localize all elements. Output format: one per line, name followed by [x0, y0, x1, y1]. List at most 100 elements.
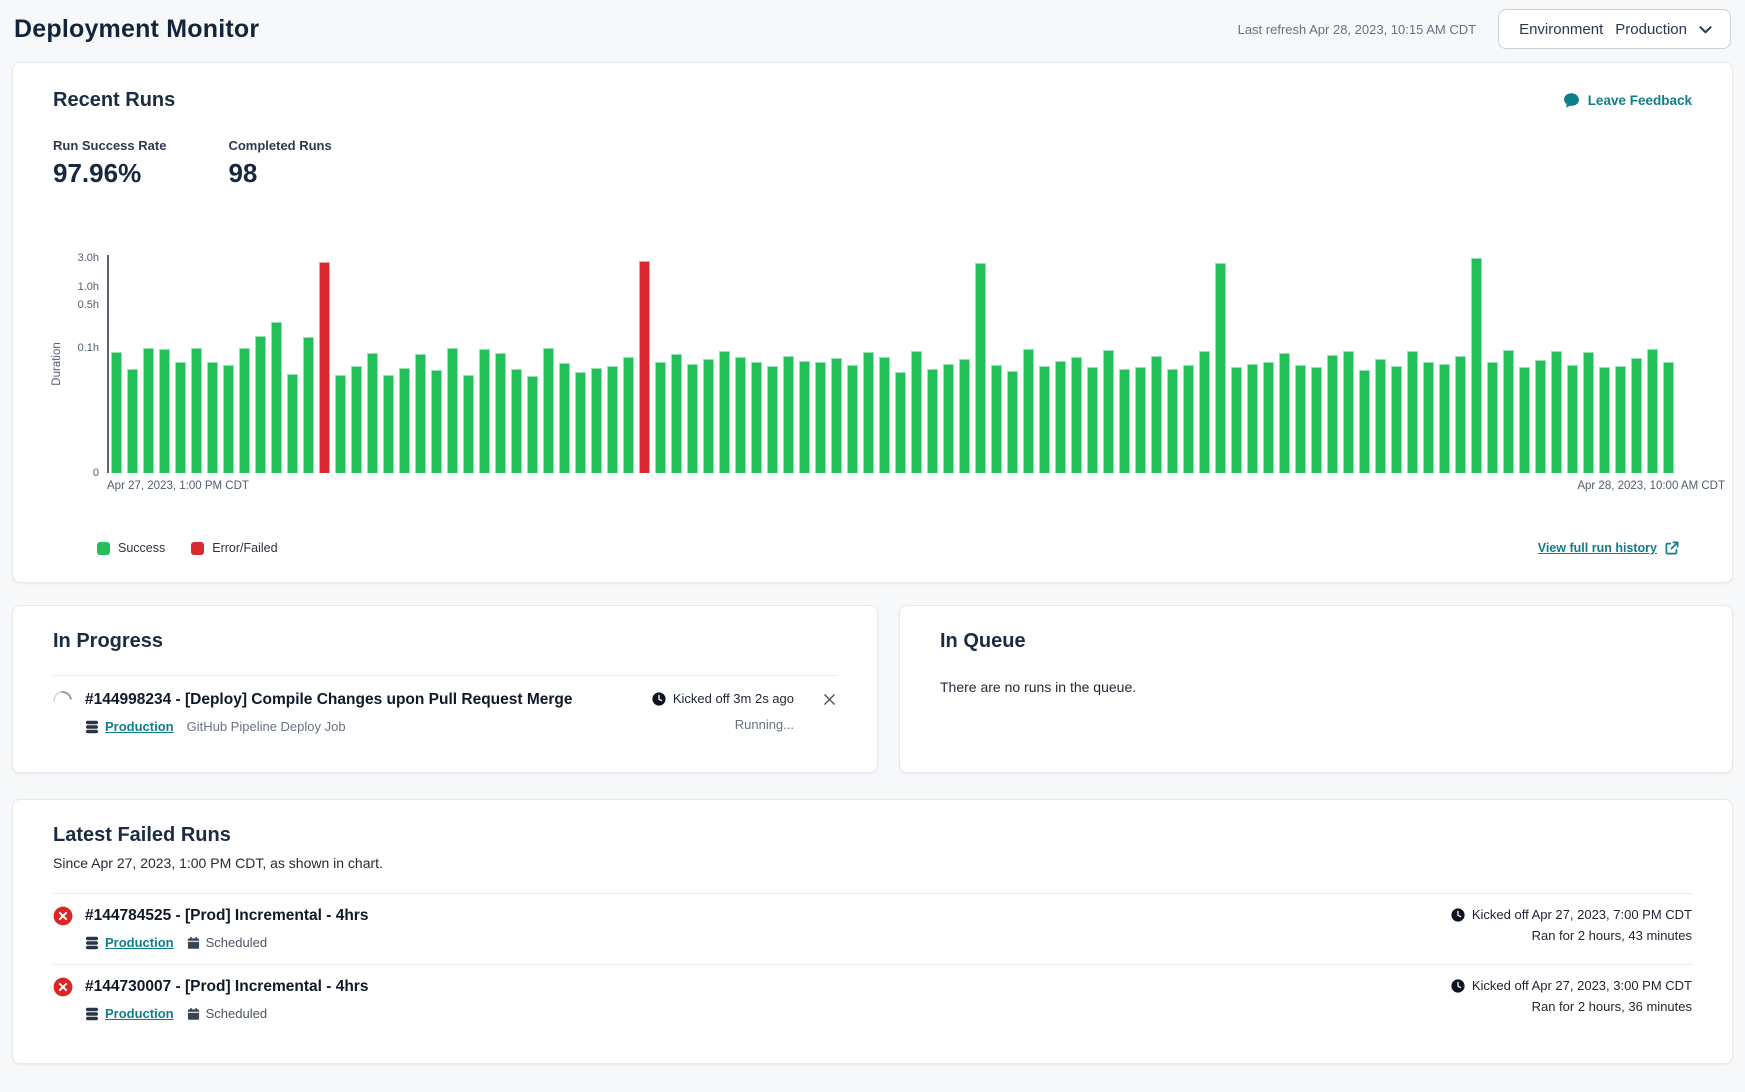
environment-tag[interactable]: Production — [85, 1006, 174, 1021]
run-bar-success[interactable] — [1071, 357, 1082, 473]
run-bar-success[interactable] — [1215, 263, 1226, 473]
run-bar-success[interactable] — [1103, 350, 1114, 473]
run-bar-success[interactable] — [911, 351, 922, 473]
cancel-run-button[interactable] — [822, 692, 837, 707]
run-bar-success[interactable] — [1039, 366, 1050, 473]
run-bar-success[interactable] — [879, 357, 890, 473]
run-bar-success[interactable] — [239, 348, 250, 473]
run-bar-success[interactable] — [1327, 355, 1338, 473]
view-full-run-history-link[interactable]: View full run history — [1538, 540, 1680, 556]
run-bar-success[interactable] — [1599, 367, 1610, 473]
run-bar-success[interactable] — [1231, 367, 1242, 473]
environment-selector[interactable]: Environment Production — [1498, 9, 1731, 49]
run-bar-success[interactable] — [783, 356, 794, 473]
run-bar-success[interactable] — [495, 353, 506, 473]
run-bar-success[interactable] — [799, 361, 810, 473]
run-bar-success[interactable] — [943, 364, 954, 473]
environment-link[interactable]: Production — [105, 935, 174, 950]
run-bar-success[interactable] — [1439, 364, 1450, 473]
run-bar-success[interactable] — [1663, 362, 1674, 474]
leave-feedback-link[interactable]: Leave Feedback — [1563, 92, 1692, 109]
run-bar-success[interactable] — [1647, 349, 1658, 473]
environment-link[interactable]: Production — [105, 719, 174, 734]
run-bar-success[interactable] — [703, 359, 714, 473]
run-bar-success[interactable] — [207, 362, 218, 473]
run-bar-success[interactable] — [351, 366, 362, 473]
run-bar-success[interactable] — [959, 359, 970, 473]
run-bar-success[interactable] — [591, 368, 602, 473]
run-bar-success[interactable] — [303, 337, 314, 473]
run-bar-failed[interactable] — [319, 262, 330, 473]
run-bar-success[interactable] — [1023, 349, 1034, 473]
run-bar-success[interactable] — [655, 362, 666, 474]
run-bar-success[interactable] — [1247, 364, 1258, 473]
environment-link[interactable]: Production — [105, 1006, 174, 1021]
run-bar-success[interactable] — [1375, 359, 1386, 473]
run-bar-success[interactable] — [719, 351, 730, 473]
run-bar-success[interactable] — [1167, 369, 1178, 473]
run-bar-success[interactable] — [1455, 356, 1466, 473]
run-bar-success[interactable] — [1423, 362, 1434, 474]
run-bar-success[interactable] — [847, 365, 858, 473]
run-bar-success[interactable] — [975, 263, 986, 473]
run-bar-success[interactable] — [575, 372, 586, 473]
run-bar-success[interactable] — [1487, 362, 1498, 473]
run-bar-success[interactable] — [1007, 371, 1018, 473]
run-bar-success[interactable] — [127, 369, 138, 473]
run-bar-success[interactable] — [623, 357, 634, 473]
run-bar-success[interactable] — [479, 349, 490, 473]
run-bar-success[interactable] — [415, 354, 426, 473]
run-bar-success[interactable] — [831, 358, 842, 473]
run-bar-success[interactable] — [1055, 361, 1066, 473]
run-bar-success[interactable] — [1135, 367, 1146, 473]
run-bar-success[interactable] — [1519, 367, 1530, 473]
run-bar-success[interactable] — [927, 369, 938, 473]
run-bar-success[interactable] — [1359, 370, 1370, 473]
run-bar-success[interactable] — [255, 336, 266, 474]
run-bar-success[interactable] — [191, 348, 202, 473]
run-bar-success[interactable] — [735, 357, 746, 473]
run-bar-success[interactable] — [383, 375, 394, 473]
environment-tag[interactable]: Production — [85, 719, 174, 734]
run-bar-success[interactable] — [1279, 353, 1290, 473]
run-bar-success[interactable] — [431, 370, 442, 473]
run-bar-success[interactable] — [399, 368, 410, 473]
run-bar-success[interactable] — [175, 362, 186, 474]
run-bar-success[interactable] — [991, 365, 1002, 473]
run-bar-success[interactable] — [1535, 360, 1546, 473]
run-bar-success[interactable] — [1471, 258, 1482, 474]
run-bar-success[interactable] — [1183, 365, 1194, 473]
run-bar-success[interactable] — [111, 352, 122, 473]
run-bar-success[interactable] — [687, 364, 698, 473]
run-bar-success[interactable] — [1567, 365, 1578, 473]
run-bar-success[interactable] — [1583, 352, 1594, 473]
environment-tag[interactable]: Production — [85, 935, 174, 950]
run-bar-success[interactable] — [1631, 358, 1642, 473]
run-bar-success[interactable] — [367, 353, 378, 473]
run-bar-success[interactable] — [1087, 367, 1098, 473]
run-bar-success[interactable] — [447, 348, 458, 473]
run-bar-success[interactable] — [751, 362, 762, 474]
run-bar-success[interactable] — [463, 375, 474, 473]
run-bar-success[interactable] — [1119, 369, 1130, 473]
run-bar-success[interactable] — [815, 362, 826, 473]
run-bar-success[interactable] — [559, 363, 570, 473]
run-bar-success[interactable] — [767, 366, 778, 473]
run-bar-success[interactable] — [1615, 366, 1626, 473]
run-bar-success[interactable] — [511, 369, 522, 473]
run-bar-success[interactable] — [287, 374, 298, 473]
run-bar-success[interactable] — [1295, 365, 1306, 473]
run-bar-success[interactable] — [1199, 351, 1210, 473]
run-bar-success[interactable] — [159, 349, 170, 473]
run-bar-success[interactable] — [271, 322, 282, 473]
run-bar-success[interactable] — [1407, 351, 1418, 473]
run-bar-success[interactable] — [895, 372, 906, 473]
run-bar-failed[interactable] — [639, 261, 650, 474]
run-bar-success[interactable] — [1391, 366, 1402, 473]
run-bar-success[interactable] — [1263, 362, 1274, 474]
run-bar-success[interactable] — [863, 352, 874, 473]
run-bar-success[interactable] — [671, 354, 682, 473]
run-bar-success[interactable] — [1343, 351, 1354, 473]
run-bar-success[interactable] — [1311, 367, 1322, 473]
run-bar-success[interactable] — [223, 365, 234, 473]
